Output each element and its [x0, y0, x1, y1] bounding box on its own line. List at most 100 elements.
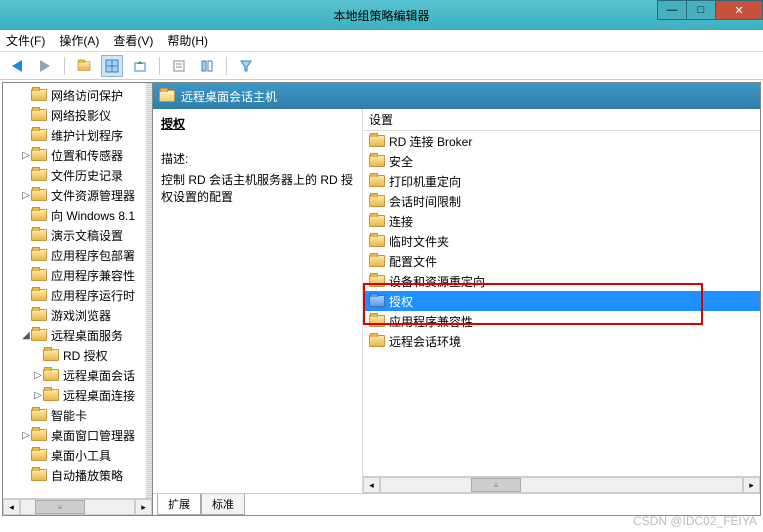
tree-item[interactable]: RD 授权: [3, 345, 152, 365]
list-item-label: 应用程序兼容性: [389, 313, 473, 330]
content-area: 网络访问保护网络投影仪维护计划程序 ▷ 位置和传感器文件历史记录 ▷ 文件资源管理器向 …: [2, 82, 761, 516]
tree-item[interactable]: 网络访问保护: [3, 85, 152, 105]
expander-icon[interactable]: ◢: [21, 330, 31, 341]
tree[interactable]: 网络访问保护网络投影仪维护计划程序 ▷ 位置和传感器文件历史记录 ▷ 文件资源管理器向 …: [3, 83, 152, 498]
tree-item[interactable]: 网络投影仪: [3, 105, 152, 125]
scroll-right-button[interactable]: ▸: [743, 477, 760, 493]
list-item-label: 连接: [389, 213, 413, 230]
list-column-header[interactable]: 设置: [363, 109, 760, 131]
maximize-button[interactable]: □: [686, 0, 716, 20]
list-item-label: 配置文件: [389, 253, 437, 270]
tree-item[interactable]: ◢远程桌面服务: [3, 325, 152, 345]
tree-item[interactable]: 游戏浏览器: [3, 305, 152, 325]
scroll-track[interactable]: ≡: [20, 499, 135, 515]
menu-file[interactable]: 文件(F): [6, 32, 45, 49]
tree-item[interactable]: 应用程序运行时: [3, 285, 152, 305]
tree-item-label: 文件资源管理器: [51, 187, 135, 204]
tree-hscrollbar[interactable]: ◂ ≡ ▸: [3, 498, 152, 515]
list-item[interactable]: 临时文件夹: [363, 231, 760, 251]
tree-item[interactable]: ▷ 文件资源管理器: [3, 185, 152, 205]
folder-icon: [31, 309, 47, 321]
list-item[interactable]: 设备和资源重定向: [363, 271, 760, 291]
column-label: 设置: [369, 111, 393, 128]
folder-icon: [31, 329, 47, 341]
scroll-thumb[interactable]: ≡: [471, 478, 521, 492]
tree-item[interactable]: 应用程序包部署: [3, 245, 152, 265]
scroll-left-button[interactable]: ◂: [3, 499, 20, 515]
list-item[interactable]: RD 连接 Broker: [363, 131, 760, 151]
list-item[interactable]: 会话时间限制: [363, 191, 760, 211]
expander-icon[interactable]: ▷: [21, 150, 31, 161]
scroll-thumb[interactable]: ≡: [35, 500, 85, 514]
menu-action[interactable]: 操作(A): [59, 32, 99, 49]
folder-icon: [43, 389, 59, 401]
scroll-left-button[interactable]: ◂: [363, 477, 380, 493]
properties-button[interactable]: [168, 55, 190, 77]
tree-item-label: 游戏浏览器: [51, 307, 111, 324]
list-item[interactable]: 配置文件: [363, 251, 760, 271]
tree-item-label: 网络访问保护: [51, 87, 123, 104]
list-item[interactable]: 安全: [363, 151, 760, 171]
expander-icon[interactable]: ▷: [21, 430, 31, 441]
tree-item-label: 向 Windows 8.1: [51, 207, 135, 224]
tree-item-label: 自动播放策略: [51, 467, 123, 484]
list-hscrollbar[interactable]: ◂ ≡ ▸: [363, 476, 760, 493]
folder-icon: [31, 189, 47, 201]
list-item[interactable]: 应用程序兼容性: [363, 311, 760, 331]
expander-icon[interactable]: ▷: [33, 370, 43, 381]
tab-standard[interactable]: 标准: [201, 494, 245, 515]
export-button[interactable]: [129, 55, 151, 77]
tree-item[interactable]: 向 Windows 8.1: [3, 205, 152, 225]
tree-item[interactable]: 维护计划程序: [3, 125, 152, 145]
scroll-right-button[interactable]: ▸: [135, 499, 152, 515]
close-button[interactable]: ✕: [715, 0, 763, 20]
columns-icon: [200, 59, 214, 73]
tree-item[interactable]: ▷远程桌面连接: [3, 385, 152, 405]
tree-item[interactable]: ▷ 位置和传感器: [3, 145, 152, 165]
scroll-track[interactable]: ≡: [380, 477, 743, 493]
list-item[interactable]: 打印机重定向: [363, 171, 760, 191]
window-buttons: — □ ✕: [658, 0, 763, 22]
tree-item[interactable]: 自动播放策略: [3, 465, 152, 485]
menubar: 文件(F) 操作(A) 查看(V) 帮助(H): [0, 30, 763, 52]
columns-button[interactable]: [196, 55, 218, 77]
folder-icon: [43, 349, 59, 361]
tree-item-label: 桌面窗口管理器: [51, 427, 135, 444]
list-body[interactable]: RD 连接 Broker安全打印机重定向会话时间限制连接临时文件夹配置文件设备和…: [363, 131, 760, 476]
forward-button[interactable]: [34, 55, 56, 77]
window-title: 本地组策略编辑器: [333, 7, 429, 24]
tab-extended[interactable]: 扩展: [157, 494, 201, 515]
expander-icon[interactable]: ▷: [21, 190, 31, 201]
tabs: 扩展 标准: [153, 493, 760, 515]
list-item-label: 远程会话环境: [389, 333, 461, 350]
pane-title: 远程桌面会话主机: [181, 88, 277, 105]
tree-item-label: 演示文稿设置: [51, 227, 123, 244]
minimize-button[interactable]: —: [657, 0, 687, 20]
folder-icon: [31, 169, 47, 181]
tree-item[interactable]: 智能卡: [3, 405, 152, 425]
desc-text: 控制 RD 会话主机服务器上的 RD 授权设置的配置: [161, 171, 354, 205]
folder-icon: [369, 235, 385, 247]
tree-item[interactable]: 演示文稿设置: [3, 225, 152, 245]
list-item[interactable]: 连接: [363, 211, 760, 231]
list-item-label: 授权: [389, 293, 413, 310]
tree-resizer[interactable]: [146, 83, 152, 498]
tree-item-label: RD 授权: [63, 347, 108, 364]
tree-item[interactable]: 文件历史记录: [3, 165, 152, 185]
menu-view[interactable]: 查看(V): [113, 32, 153, 49]
tree-item[interactable]: ▷ 桌面窗口管理器: [3, 425, 152, 445]
view-button[interactable]: [101, 55, 123, 77]
tree-item[interactable]: 应用程序兼容性: [3, 265, 152, 285]
list-item[interactable]: 授权: [363, 291, 760, 311]
back-button[interactable]: [6, 55, 28, 77]
list-item[interactable]: 远程会话环境: [363, 331, 760, 351]
tree-item[interactable]: 桌面小工具: [3, 445, 152, 465]
tree-item[interactable]: ▷远程桌面会话: [3, 365, 152, 385]
description-column: 授权 描述: 控制 RD 会话主机服务器上的 RD 授权设置的配置: [153, 109, 363, 493]
menu-help[interactable]: 帮助(H): [167, 32, 208, 49]
folder-icon: [31, 89, 47, 101]
filter-button[interactable]: [235, 55, 257, 77]
up-button[interactable]: [73, 55, 95, 77]
tree-item-label: 位置和传感器: [51, 147, 123, 164]
expander-icon[interactable]: ▷: [33, 390, 43, 401]
